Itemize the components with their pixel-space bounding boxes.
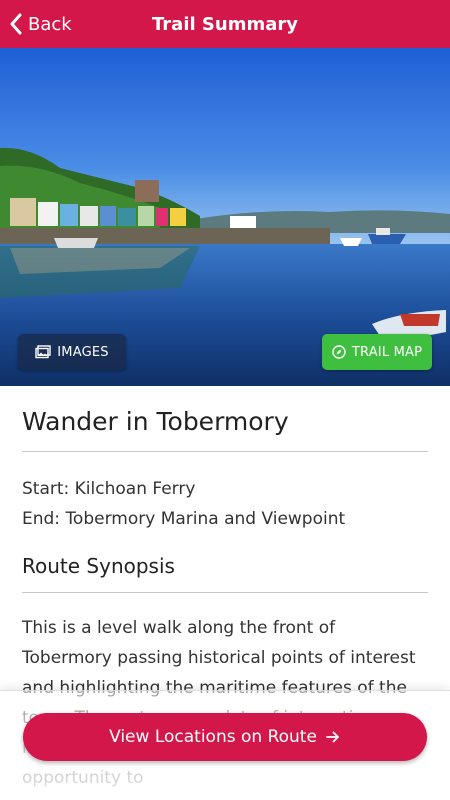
start-end-info: Start: Kilchoan Ferry End: Tobermory Mar… <box>22 474 428 534</box>
view-locations-label: View Locations on Route <box>109 727 317 747</box>
trail-map-button[interactable]: TRAIL MAP <box>322 334 432 370</box>
view-locations-button[interactable]: View Locations on Route <box>23 713 427 761</box>
images-button-label: IMAGES <box>57 344 109 360</box>
end-point: End: Tobermory Marina and Viewpoint <box>22 509 346 529</box>
back-label: Back <box>28 13 72 35</box>
hero-image: IMAGES TRAIL MAP <box>0 48 450 386</box>
images-button[interactable]: IMAGES <box>18 334 126 370</box>
trail-map-button-label: TRAIL MAP <box>351 344 423 360</box>
divider <box>22 592 428 593</box>
page-title: Trail Summary <box>152 13 298 35</box>
trail-name: Wander in Tobermory <box>22 407 289 436</box>
divider <box>22 451 428 452</box>
synopsis-heading: Route Synopsis <box>22 554 175 578</box>
app-bar: Back Trail Summary <box>0 0 450 48</box>
chevron-left-icon <box>10 13 22 35</box>
compass-icon <box>332 345 346 359</box>
gallery-icon <box>35 345 51 359</box>
start-point: Start: Kilchoan Ferry <box>22 479 196 499</box>
arrow-right-icon <box>326 731 339 743</box>
back-button[interactable]: Back <box>8 8 72 40</box>
